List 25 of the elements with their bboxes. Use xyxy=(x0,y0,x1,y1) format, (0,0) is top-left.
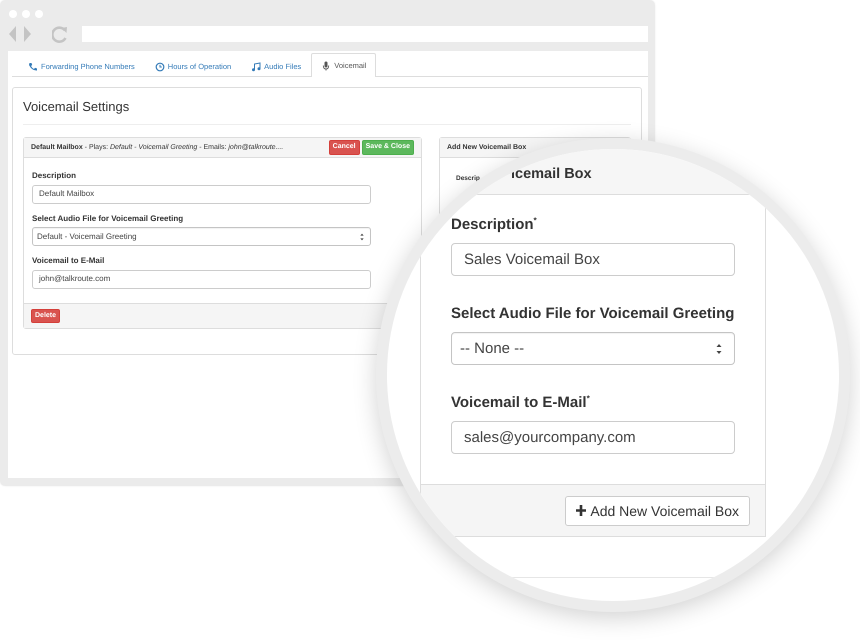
field-label: Voicemail to E-Mail xyxy=(32,256,106,266)
updown-arrows-icon xyxy=(716,342,722,354)
plus-icon xyxy=(576,505,586,516)
phone-icon xyxy=(28,62,38,72)
panel-title: icemail Box xyxy=(511,166,592,182)
field-label: Description$^{*}$ xyxy=(451,216,538,234)
add-voicemail-box-button[interactable]: Add New Voicemail Box xyxy=(565,496,750,526)
field-label: Select Audio File for Voicemail Greeting xyxy=(451,305,735,323)
page-title: Voicemail Settings xyxy=(23,99,631,125)
field-label: Select Audio File for Voicemail Greeting xyxy=(32,214,184,224)
reload-icon xyxy=(52,26,68,42)
clock-icon xyxy=(154,62,165,72)
forward-arrow-icon xyxy=(23,25,32,43)
select-field[interactable]: Default - Voicemail Greeting xyxy=(32,227,371,246)
updown-arrows-icon xyxy=(360,232,364,241)
field-label: Description xyxy=(32,171,78,181)
input-field[interactable]: Sales Voicemail Box xyxy=(451,243,735,276)
back-arrow-icon xyxy=(8,25,17,43)
microphone-icon xyxy=(321,60,332,70)
field-label: Voicemail to E-Mail$^{*}$ xyxy=(451,394,591,412)
select-field[interactable]: -- None -- xyxy=(451,332,735,365)
input-field[interactable]: sales@yourcompany.com xyxy=(451,421,735,454)
music-note-icon xyxy=(251,62,262,72)
input-field[interactable]: john@talkroute.com xyxy=(32,270,371,289)
input-field[interactable]: Default Mailbox xyxy=(32,184,371,204)
